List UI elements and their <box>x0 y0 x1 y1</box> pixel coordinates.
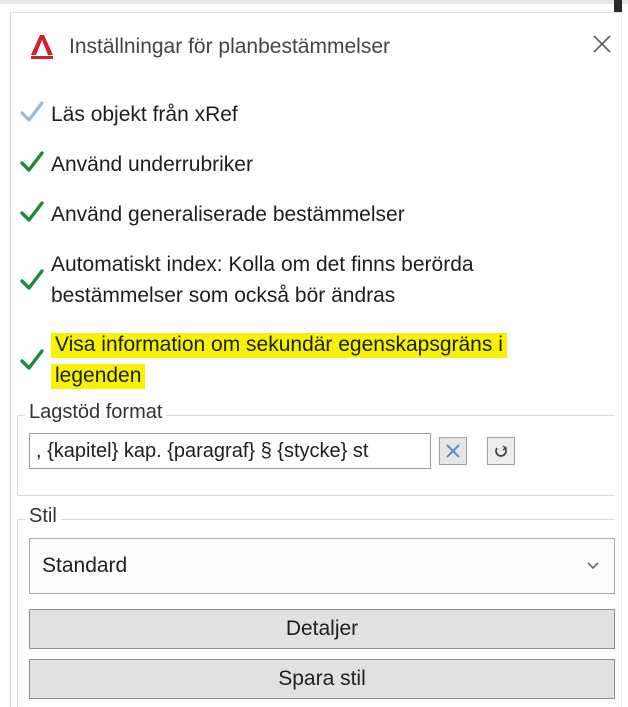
option-label: Använd underrubriker <box>51 153 253 176</box>
group-border-left <box>17 519 18 707</box>
checkmark-icon[interactable] <box>19 149 45 175</box>
dialog-title: Inställningar för planbestämmelser <box>69 35 390 58</box>
group-border-left <box>17 415 18 495</box>
background-window-corner <box>614 0 622 12</box>
clear-x-icon <box>446 444 460 458</box>
option-label: Använd generaliserade bestämmelser <box>51 203 405 226</box>
option-use-subheadings[interactable]: Använd underrubriker <box>19 149 253 180</box>
details-button[interactable]: Detaljer <box>29 609 615 649</box>
highlighted-text: legenden <box>51 364 146 389</box>
option-secondary-property-boundary[interactable]: Visa information om sekundär egenskapsgr… <box>19 329 507 391</box>
option-label: Läs objekt från xRef <box>51 103 238 126</box>
clear-button[interactable] <box>439 437 467 465</box>
group-border-top <box>17 519 615 520</box>
option-read-xref[interactable]: Läs objekt från xRef <box>19 99 238 130</box>
lagstod-format-input[interactable]: , {kapitel} kap. {paragraf} § {stycke} s… <box>29 433 431 469</box>
option-automatic-index[interactable]: Automatiskt index: Kolla om det finns be… <box>19 249 474 311</box>
option-label-line: bestämmelser som också bör ändras <box>51 284 396 307</box>
highlighted-text: Visa information om sekundär egenskapsgr… <box>51 333 507 358</box>
reset-button[interactable] <box>487 437 515 465</box>
chevron-down-icon <box>587 562 599 570</box>
checkmark-icon[interactable] <box>19 267 45 293</box>
stil-group-label: Stil <box>25 505 61 528</box>
option-label: Automatiskt index: Kolla om det finns be… <box>51 249 474 311</box>
save-style-button[interactable]: Spara stil <box>29 659 615 699</box>
title-bar: Inställningar för planbestämmelser <box>11 13 621 81</box>
stil-dropdown[interactable]: Standard <box>29 538 615 594</box>
checkmark-icon[interactable] <box>19 347 45 373</box>
stil-selected-value: Standard <box>42 554 128 577</box>
option-generalized-provisions[interactable]: Använd generaliserade bestämmelser <box>19 199 405 230</box>
window-top-edge <box>0 0 628 4</box>
option-label-line: Automatiskt index: Kolla om det finns be… <box>51 253 474 276</box>
checkmark-icon[interactable] <box>19 199 45 225</box>
autocad-logo-icon <box>31 35 53 59</box>
lagstod-group-label: Lagstöd format <box>25 401 167 424</box>
refresh-icon <box>495 445 508 457</box>
close-icon[interactable] <box>587 29 617 59</box>
option-label: Visa information om sekundär egenskapsgr… <box>51 329 507 391</box>
group-border-bottom <box>17 495 615 496</box>
checkmark-icon[interactable] <box>19 99 45 125</box>
settings-dialog: Inställningar för planbestämmelser Läs o… <box>10 12 622 707</box>
